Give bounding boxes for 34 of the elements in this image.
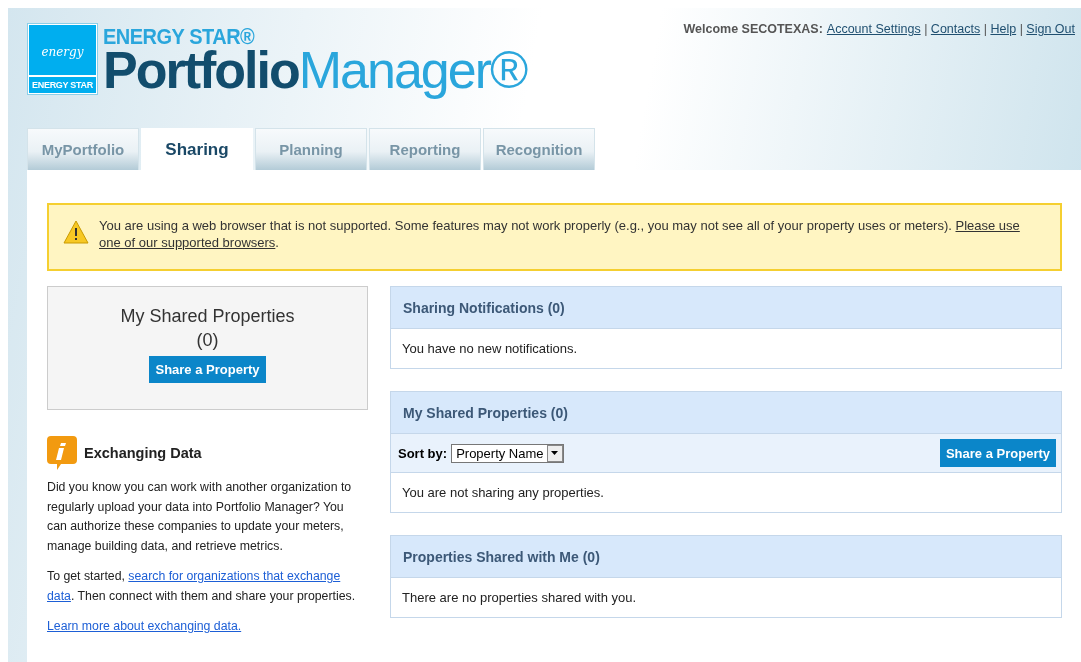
sort-dropdown[interactable]: Property Name xyxy=(451,443,564,463)
card-title: My Shared Properties xyxy=(120,305,295,328)
header-link[interactable]: Contacts xyxy=(930,22,981,36)
panel-header: Properties Shared with Me (0) xyxy=(391,536,1061,578)
share-property-button[interactable]: Share a Property xyxy=(939,439,1056,467)
share-property-button[interactable]: Share a Property xyxy=(149,356,266,383)
header-link[interactable]: Help xyxy=(990,22,1017,36)
panel-message: You are not sharing any properties. xyxy=(401,484,605,502)
energy-star-logo: energy ENERGY STAR xyxy=(28,24,97,94)
info-paragraph: To get started, search for organizations that exchange data. Then connect with them and share your properties. xyxy=(47,568,357,605)
info-paragraph: Did you know you can work with another organization to regularly upload your data into Portfolio Manager? You can authorize these companies to update your meters, manage building data, and retrieve metrics. xyxy=(47,479,353,555)
link-separator: | xyxy=(983,22,987,36)
learn-more-link[interactable]: Learn more about exchanging data. xyxy=(47,619,242,633)
header-link[interactable]: Sign Out xyxy=(1026,22,1075,36)
panel-header: My Shared Properties (0) xyxy=(391,392,1061,434)
search-organizations-link[interactable]: search for organizations that exchange xyxy=(128,569,341,583)
warning-message: You are using a web browser that is not supported. Some features may not work properly (e.g., you may not see all of your property uses or meters). Please use one of our supported browsers. xyxy=(99,217,1021,251)
panel-message: You have no new notifications. xyxy=(401,340,579,358)
brand-name: ENERGY STAR® xyxy=(103,24,256,50)
link-separator: | xyxy=(924,22,928,36)
welcome-text: Welcome SECOTEXAS: xyxy=(683,22,823,36)
supported-browsers-link[interactable]: Please use xyxy=(955,218,1020,233)
section-heading: Exchanging Data xyxy=(84,445,202,461)
info-icon xyxy=(47,436,77,470)
dropdown-arrow-icon xyxy=(551,451,559,455)
sort-label: Sort by: xyxy=(398,445,448,461)
warning-icon xyxy=(63,220,89,244)
header-link[interactable]: Account Settings xyxy=(826,22,921,36)
panel-header: Sharing Notifications (0) xyxy=(391,287,1061,329)
panel-message: There are no properties shared with you. xyxy=(401,589,638,607)
tab[interactable]: Sharing xyxy=(141,128,253,170)
property-count: (0) xyxy=(196,329,219,352)
search-organizations-link[interactable]: data xyxy=(47,588,71,603)
link-separator: | xyxy=(1019,22,1023,36)
